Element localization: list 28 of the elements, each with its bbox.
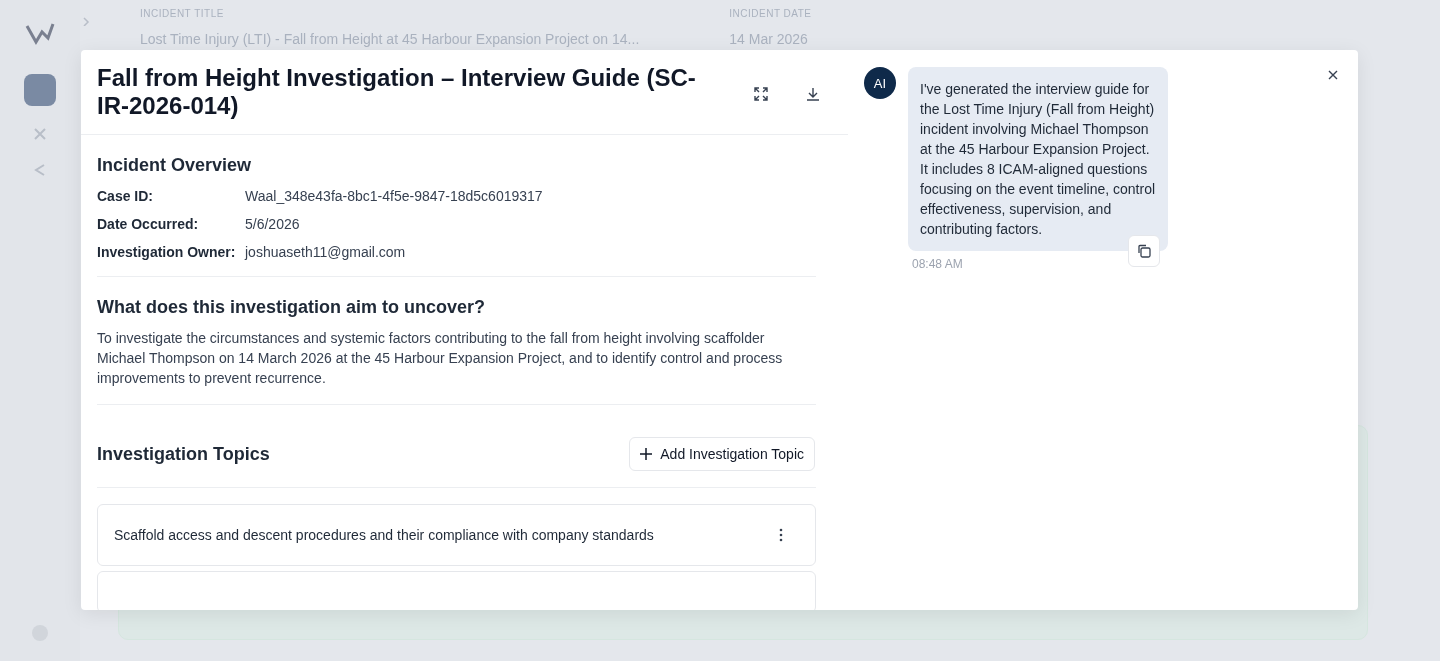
modal-title: Fall from Height Investigation – Interview Guide (SC-IR-2026-014): [97, 64, 697, 120]
field-label: INCIDENT TITLE: [140, 8, 225, 19]
close-button[interactable]: [1326, 68, 1340, 82]
section-heading: What does this investigation aim to uncover?: [97, 297, 487, 318]
field-value: Waal_348e43fa-8bc1-4f5e-9847-18d5c6019317: [245, 188, 543, 204]
close-icon: [1326, 68, 1340, 82]
incident-date: 14 Mar 2026: [729, 31, 809, 47]
aim-description: To investigate the circumstances and systemic factors contributing to the fall from height involving scaffolder Michael Thompson on 14 March 2026 at the 45 Harbour Expansion Project, and to identify control and process improvements to prevent recurrence.: [97, 329, 784, 388]
section-heading: Investigation Topics: [97, 443, 270, 465]
add-topic-button[interactable]: Add Investigation Topic: [629, 437, 815, 471]
ai-avatar: AI: [864, 67, 896, 99]
field-value: joshuaseth11@gmail.com: [245, 244, 406, 260]
expand-icon: [753, 86, 769, 102]
field-label: Date Occurred:: [97, 216, 200, 232]
field-label: INCIDENT DATE: [729, 8, 812, 19]
nav-item[interactable]: [24, 74, 56, 106]
incident-title: Lost Time Injury (LTI) - Fall from Height at 45 Harbour Expansion Project on 14...: [140, 31, 640, 47]
field-label: Investigation Owner:: [97, 244, 237, 260]
copy-button[interactable]: [1128, 235, 1160, 267]
field-value: 5/6/2026: [245, 216, 300, 232]
topic-card[interactable]: Scaffold access and descent procedures and their compliance with company standards: [97, 504, 816, 566]
plus-icon: [640, 448, 653, 460]
download-icon: [805, 86, 821, 102]
topic-text: Scaffold access and descent procedures and their compliance with company standards: [114, 527, 654, 543]
section-heading: Incident Overview: [97, 155, 253, 176]
message-time: 08:48 AM: [911, 257, 964, 271]
copy-icon: [1137, 244, 1151, 258]
field-label: Case ID:: [97, 188, 155, 204]
